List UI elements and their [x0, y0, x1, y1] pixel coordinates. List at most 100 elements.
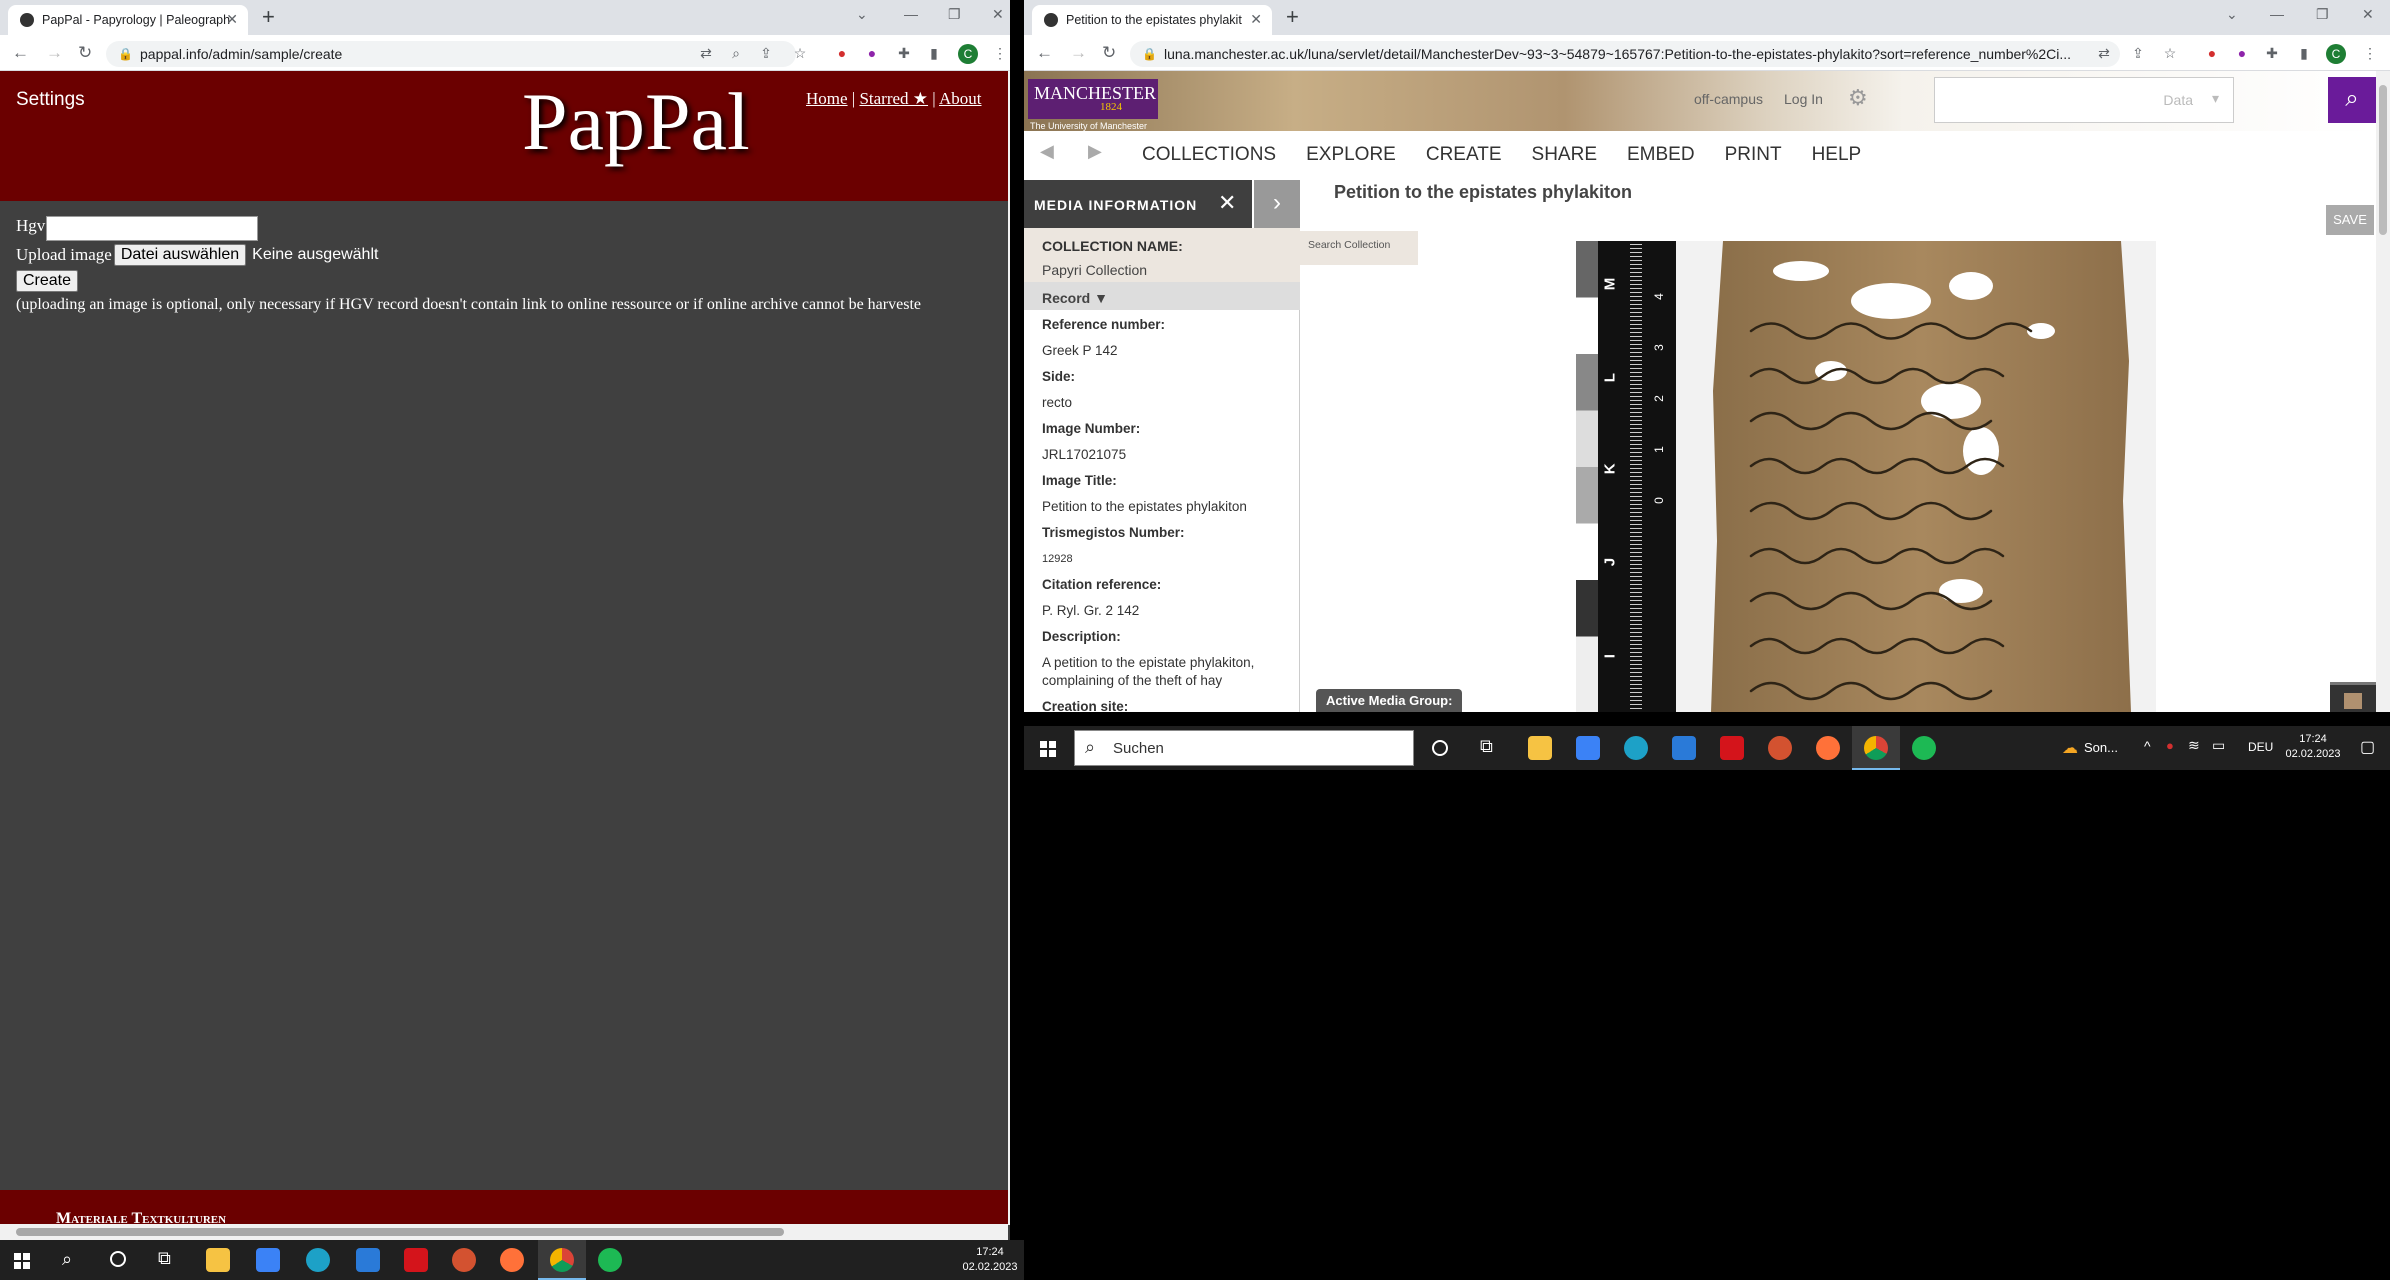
- nav-starred-link[interactable]: Starred ★: [859, 89, 928, 108]
- acrobat-icon[interactable]: [404, 1248, 428, 1272]
- forward-icon[interactable]: →: [1070, 43, 1087, 63]
- right-scrollbar[interactable]: [2376, 71, 2390, 712]
- taskbar-search-box[interactable]: ⌕ Suchen: [1074, 730, 1414, 766]
- cortana-icon[interactable]: [1432, 740, 1448, 756]
- collection-value[interactable]: Papyri Collection: [1042, 262, 1147, 278]
- luna-search-input[interactable]: Data ▾: [1934, 77, 2234, 123]
- prev-arrow-icon[interactable]: ◀: [1040, 141, 1054, 162]
- minimize-icon[interactable]: —: [904, 6, 918, 22]
- field-value[interactable]: Greek P 142: [1042, 342, 1292, 360]
- wifi-icon[interactable]: ≋: [2188, 737, 2200, 754]
- tray-app-icon[interactable]: ●: [2166, 738, 2174, 753]
- task-view-icon[interactable]: ⧉: [158, 1248, 171, 1269]
- tray-chevron-icon[interactable]: ^: [2144, 738, 2151, 754]
- right-address-bar[interactable]: 🔒 luna.manchester.ac.uk/luna/servlet/det…: [1130, 41, 2120, 67]
- new-tab-button[interactable]: +: [262, 6, 275, 28]
- menu-share[interactable]: SHARE: [1532, 144, 1597, 166]
- active-media-group-tab[interactable]: Active Media Group:: [1316, 689, 1463, 712]
- field-value[interactable]: P. Ryl. Gr. 2 142: [1042, 602, 1292, 620]
- close-window-icon[interactable]: ✕: [992, 6, 1004, 23]
- reload-icon[interactable]: ↻: [1102, 43, 1116, 63]
- edge-icon[interactable]: [1624, 736, 1648, 760]
- right-tab[interactable]: Petition to the epistates phylakit ✕: [1032, 5, 1272, 35]
- task-view-icon[interactable]: ⧉: [1480, 736, 1493, 757]
- scroll-thumb-horizontal[interactable]: [16, 1228, 784, 1236]
- profile-avatar[interactable]: C: [2326, 44, 2346, 64]
- nav-about-link[interactable]: About: [939, 89, 982, 108]
- windows-start-icon[interactable]: [1040, 741, 1056, 757]
- share-icon[interactable]: ⇪: [2130, 45, 2146, 61]
- search-button[interactable]: ⌕: [2328, 77, 2376, 123]
- extension-purple-icon[interactable]: ●: [864, 45, 880, 61]
- zoom-icon[interactable]: ⌕: [728, 45, 744, 61]
- powerpoint-icon[interactable]: [452, 1248, 476, 1272]
- notifications-icon[interactable]: ▢: [2360, 737, 2375, 757]
- extensions-puzzle-icon[interactable]: ✚: [896, 45, 912, 61]
- bookmark-star-icon[interactable]: ☆: [792, 45, 808, 61]
- powerpoint-icon[interactable]: [1768, 736, 1792, 760]
- choose-file-button[interactable]: Datei auswählen: [113, 244, 247, 266]
- right-clock[interactable]: 17:24 02.02.2023: [2278, 732, 2348, 762]
- extension-red-icon[interactable]: ●: [834, 45, 850, 61]
- new-tab-button[interactable]: +: [1286, 6, 1299, 28]
- mail-icon[interactable]: [356, 1248, 380, 1272]
- gear-icon[interactable]: ⚙: [1848, 85, 1868, 111]
- field-value[interactable]: 12928: [1042, 550, 1292, 568]
- menu-explore[interactable]: EXPLORE: [1306, 144, 1396, 166]
- field-value[interactable]: recto: [1042, 394, 1292, 412]
- windows-start-icon[interactable]: [14, 1253, 30, 1269]
- restore-icon[interactable]: ❐: [2316, 6, 2329, 23]
- menu-dots-icon[interactable]: ⋮: [2362, 45, 2378, 61]
- horizontal-scrollbar[interactable]: [0, 1224, 1008, 1240]
- record-toggle[interactable]: Record ▼: [1024, 282, 1300, 310]
- log-in-link[interactable]: Log In: [1784, 91, 1823, 107]
- firefox-icon[interactable]: [1816, 736, 1840, 760]
- next-arrow-icon[interactable]: ▶: [1088, 141, 1102, 162]
- vertical-scrollbar[interactable]: [1008, 71, 1010, 1225]
- menu-dots-icon[interactable]: ⋮: [992, 45, 1008, 61]
- cortana-icon[interactable]: [110, 1251, 126, 1267]
- chevron-down-icon[interactable]: ⌄: [2226, 6, 2238, 23]
- spotify-icon[interactable]: [598, 1248, 622, 1272]
- chrome-icon[interactable]: [1864, 736, 1888, 760]
- acrobat-icon[interactable]: [1720, 736, 1744, 760]
- left-address-bar[interactable]: 🔒 pappal.info/admin/sample/create: [106, 41, 796, 67]
- bookmark-star-icon[interactable]: ☆: [2162, 45, 2178, 61]
- menu-print[interactable]: PRINT: [1725, 144, 1782, 166]
- manchester-logo[interactable]: MANCHESTER 1824: [1028, 79, 1158, 119]
- left-clock[interactable]: 17:24 02.02.2023: [956, 1245, 1024, 1275]
- store-icon[interactable]: [256, 1248, 280, 1272]
- papyrus-image[interactable]: M L K J I 4 3 2 1 0: [1576, 241, 2156, 712]
- left-tab[interactable]: PapPal - Papyrology | Paleograph ✕: [8, 5, 248, 35]
- reload-icon[interactable]: ↻: [78, 43, 92, 63]
- menu-collections[interactable]: COLLECTIONS: [1142, 144, 1276, 166]
- restore-icon[interactable]: ❐: [948, 6, 961, 23]
- scroll-thumb[interactable]: [2379, 85, 2387, 235]
- settings-link[interactable]: Settings: [16, 89, 85, 111]
- search-icon[interactable]: ⌕: [62, 1249, 72, 1270]
- forward-icon[interactable]: →: [46, 43, 63, 63]
- file-explorer-icon[interactable]: [206, 1248, 230, 1272]
- chevron-down-icon[interactable]: ⌄: [856, 6, 868, 23]
- save-button[interactable]: SAVE: [2326, 205, 2374, 235]
- menu-embed[interactable]: EMBED: [1627, 144, 1695, 166]
- panel-expand-button[interactable]: ›: [1254, 180, 1300, 228]
- share-icon[interactable]: ⇪: [758, 45, 774, 61]
- close-window-icon[interactable]: ✕: [2362, 6, 2374, 23]
- close-tab-icon[interactable]: ✕: [226, 11, 238, 28]
- back-icon[interactable]: ←: [12, 43, 29, 63]
- battery-icon[interactable]: ▭: [2212, 737, 2225, 754]
- menu-create[interactable]: CREATE: [1426, 144, 1502, 166]
- store-icon[interactable]: [1576, 736, 1600, 760]
- sidepanel-icon[interactable]: ▮: [926, 45, 942, 61]
- firefox-icon[interactable]: [500, 1248, 524, 1272]
- language-indicator[interactable]: DEU: [2248, 740, 2273, 754]
- nav-home-link[interactable]: Home: [806, 89, 848, 108]
- pappal-logo[interactable]: PapPal: [522, 75, 750, 169]
- mail-icon[interactable]: [1672, 736, 1696, 760]
- file-explorer-icon[interactable]: [1528, 736, 1552, 760]
- search-collection-button[interactable]: Search Collection: [1300, 231, 1418, 265]
- create-button[interactable]: Create: [16, 270, 79, 292]
- close-panel-icon[interactable]: ✕: [1218, 190, 1236, 216]
- field-value[interactable]: Petition to the epistates phylakiton: [1042, 498, 1292, 516]
